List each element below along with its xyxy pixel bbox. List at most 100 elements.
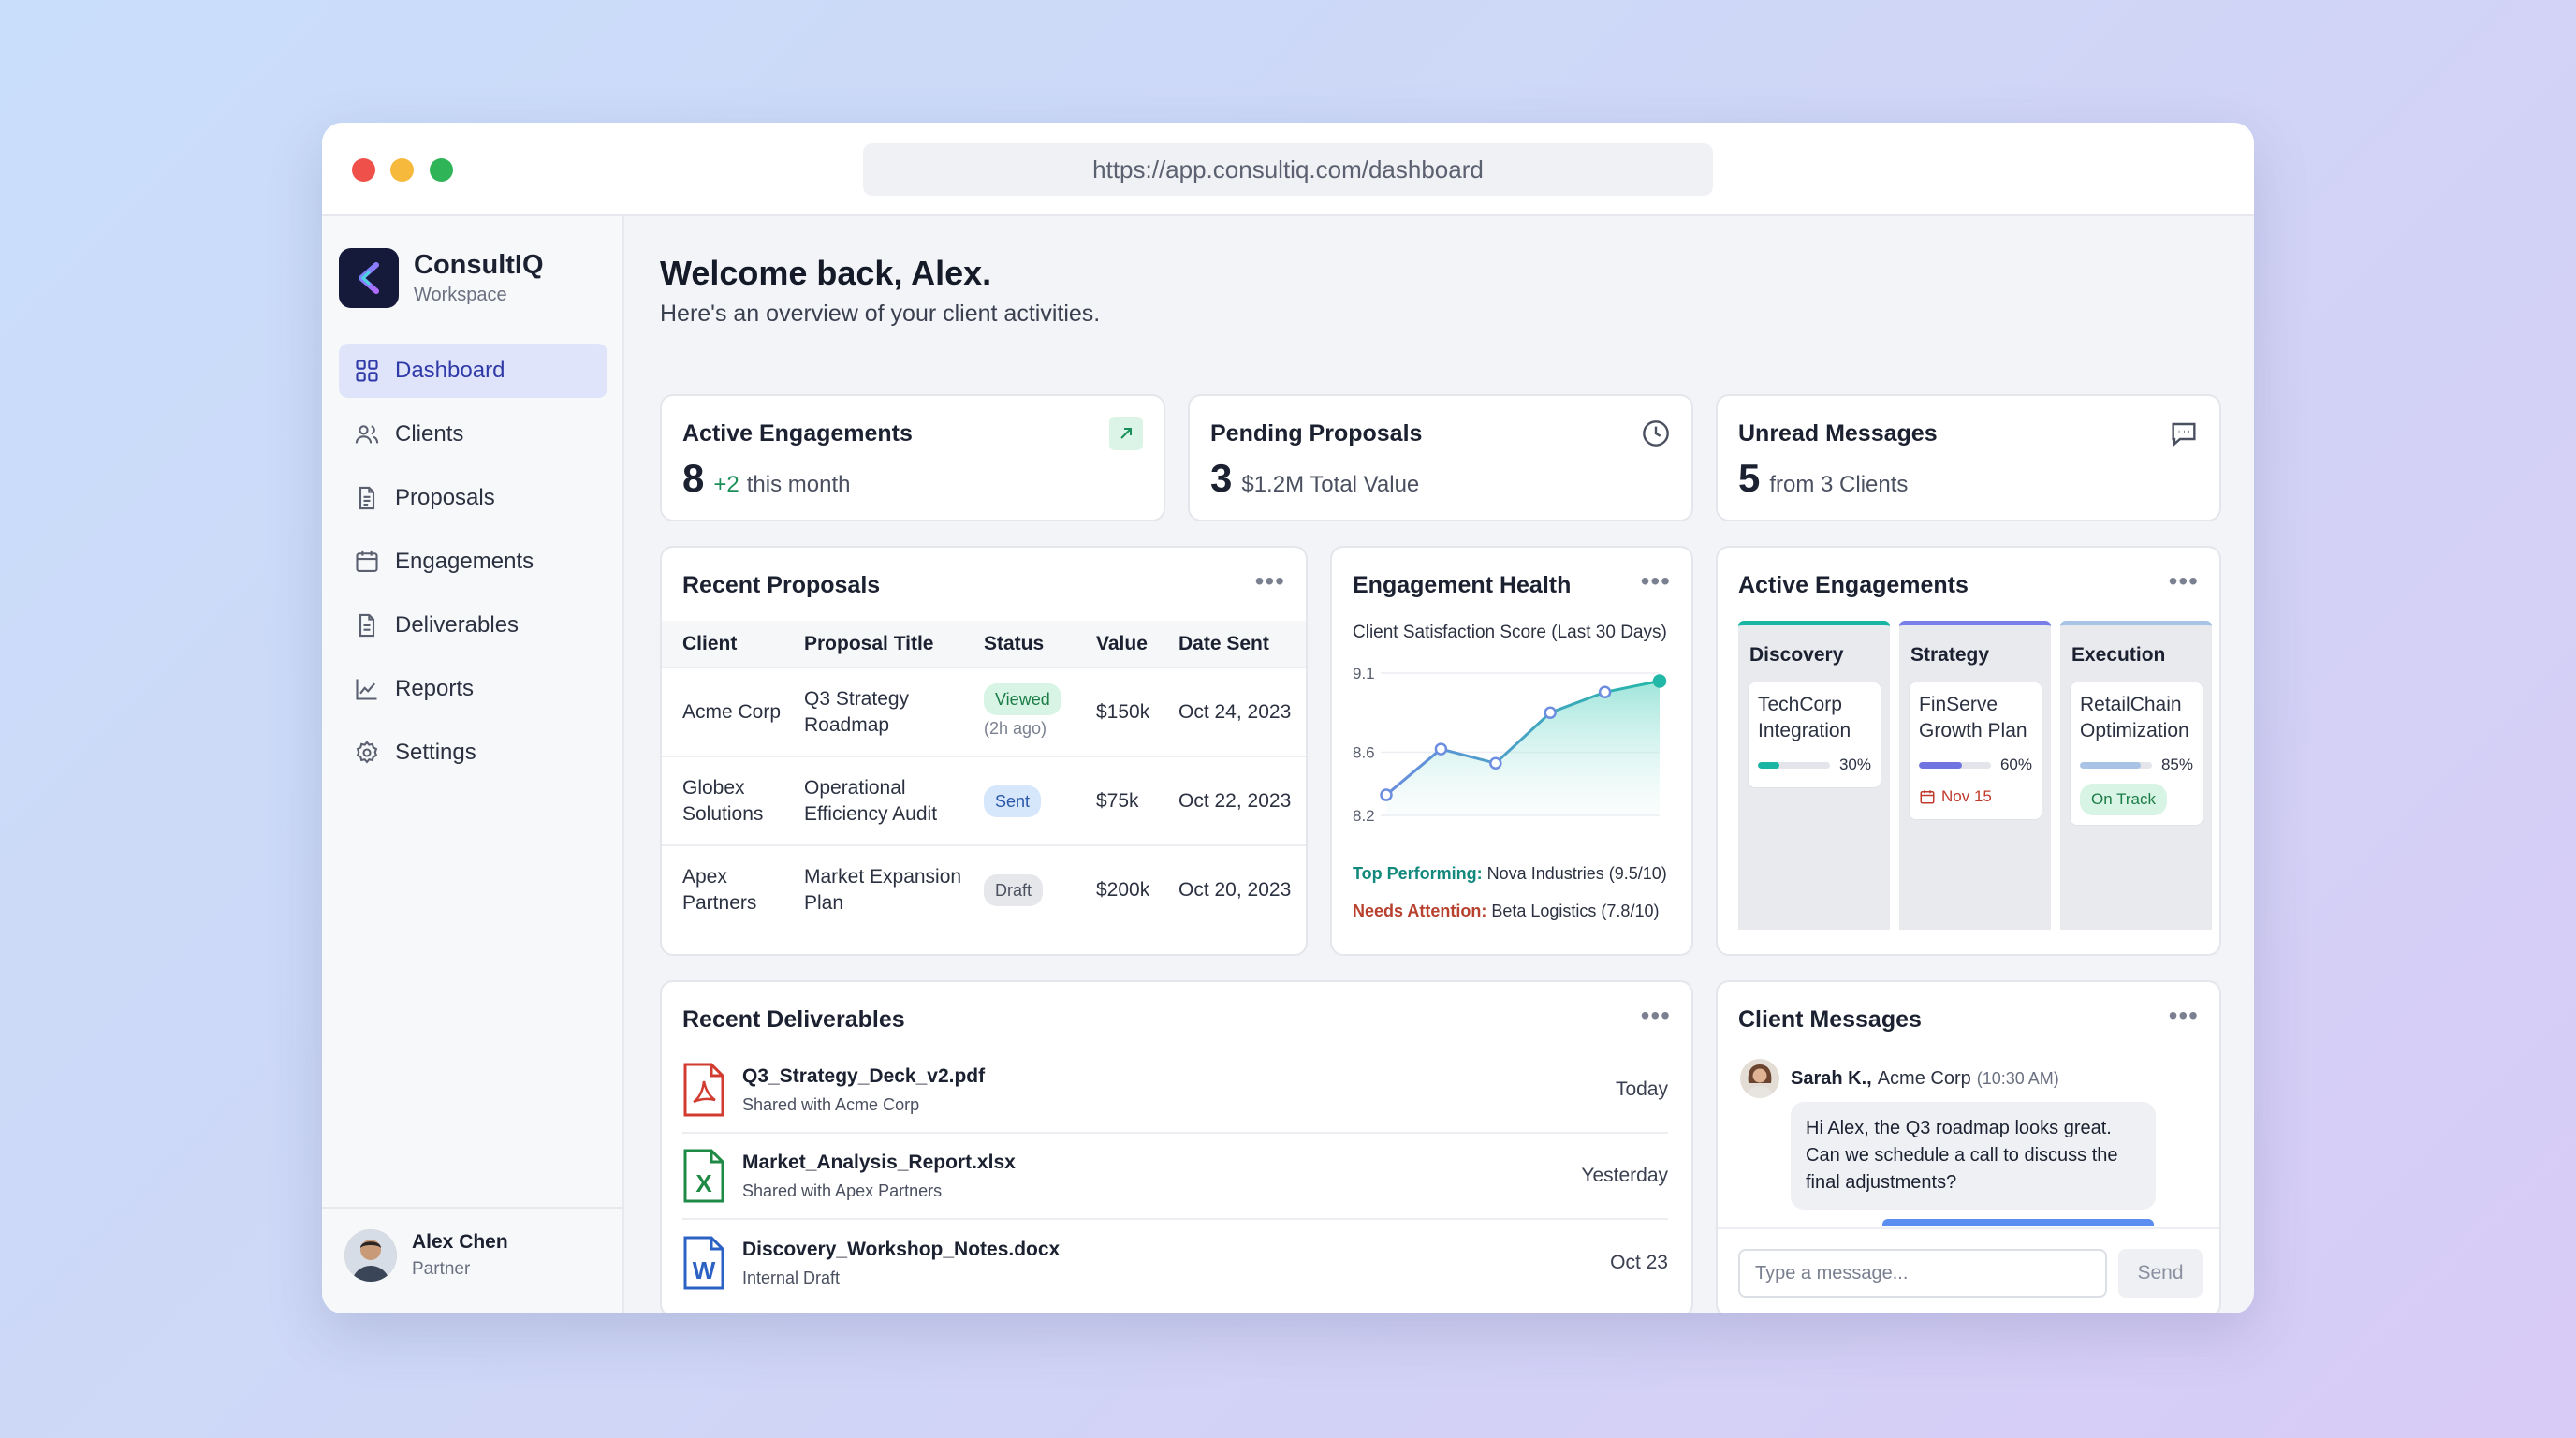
sidebar-item-proposals[interactable]: Proposals: [339, 471, 607, 525]
sidebar-item-deliverables[interactable]: Deliverables: [339, 598, 607, 653]
cell-date: Oct 24, 2023: [1158, 667, 1306, 756]
more-options-button[interactable]: •••: [1641, 1001, 1671, 1031]
engagement-card[interactable]: RetailChain Optimization 85% On Track: [2070, 682, 2203, 826]
brand-name: ConsultIQ: [414, 250, 544, 280]
column-header[interactable]: Proposal Title: [783, 621, 963, 668]
data-point[interactable]: [1598, 685, 1612, 699]
stat-title: Active Engagements: [682, 420, 913, 447]
data-point[interactable]: [1434, 742, 1448, 756]
pdf-icon: [683, 1063, 724, 1117]
logo-icon: [339, 248, 399, 308]
card-title: Recent Deliverables: [682, 1006, 905, 1033]
data-point[interactable]: [1652, 674, 1667, 688]
grid-icon: [356, 360, 378, 382]
stat-card-active-engagements[interactable]: Active Engagements 8 +2 this month: [660, 394, 1165, 521]
cell-title: Operational Efficiency Audit: [783, 756, 963, 845]
stat-title: Unread Messages: [1738, 420, 1938, 447]
list-item[interactable]: Q3_Strategy_Deck_v2.pdf Shared with Acme…: [682, 1048, 1668, 1134]
more-options-button[interactable]: •••: [2169, 566, 2199, 596]
sidebar-item-clients[interactable]: Clients: [339, 407, 607, 462]
brand[interactable]: ConsultIQ Workspace: [339, 248, 544, 308]
engagement-health-card: Engagement Health ••• Client Satisfactio…: [1330, 546, 1693, 956]
users-icon: [355, 425, 379, 444]
send-button[interactable]: Send: [2118, 1249, 2203, 1298]
message-time: (10:30 AM): [1976, 1068, 2059, 1088]
table-row[interactable]: Acme Corp Q3 Strategy Roadmap Viewed (2h …: [662, 667, 1306, 756]
kanban-column-discovery: Discovery TechCorp Integration 30%: [1738, 621, 1890, 930]
cell-client: Acme Corp: [662, 667, 783, 756]
needs-attention-value: Beta Logistics (7.8/10): [1491, 902, 1660, 920]
cell-client: Apex Partners: [662, 844, 783, 934]
column-header[interactable]: Value: [1076, 621, 1158, 668]
y-tick-label: 8.6: [1353, 743, 1375, 761]
recent-proposals-card: Recent Proposals ••• Client Proposal Tit…: [660, 546, 1308, 956]
column-title: Execution: [2071, 644, 2166, 666]
stat-card-unread-messages[interactable]: Unread Messages 5 from 3 Clients: [1716, 394, 2221, 521]
stat-delta: +2: [713, 472, 739, 497]
column-header[interactable]: Client: [662, 621, 783, 668]
message-company: Acme Corp: [1877, 1067, 1971, 1089]
minimize-window-button[interactable]: [390, 158, 414, 182]
more-options-button[interactable]: •••: [2169, 1001, 2199, 1031]
data-point[interactable]: [1544, 706, 1557, 719]
sidebar-item-label: Dashboard: [395, 358, 505, 383]
progress-value: 60%: [1999, 756, 2032, 773]
sidebar-item-engagements[interactable]: Engagements: [339, 535, 607, 589]
active-engagements-card: Active Engagements ••• Discovery TechCor…: [1716, 546, 2221, 956]
message-input[interactable]: Type a message...: [1738, 1249, 2107, 1298]
status-badge: Draft: [984, 874, 1044, 906]
data-point[interactable]: [1380, 788, 1393, 801]
kanban-column-execution: Execution RetailChain Optimization 85% O…: [2060, 621, 2212, 930]
more-options-button[interactable]: •••: [1641, 566, 1671, 596]
sidebar-item-label: Reports: [395, 676, 475, 701]
file-name: Discovery_Workshop_Notes.docx: [742, 1238, 1061, 1260]
svg-text:W: W: [693, 1256, 716, 1284]
y-tick-label: 8.2: [1353, 807, 1375, 825]
sidebar-item-label: Deliverables: [395, 612, 520, 638]
list-item[interactable]: X Market_Analysis_Report.xlsx Shared wit…: [682, 1134, 1668, 1220]
column-header[interactable]: Status: [963, 621, 1076, 668]
trend-up-icon: [1109, 417, 1143, 450]
document-icon: [359, 486, 375, 510]
progress-bar: [1758, 761, 1830, 769]
engagement-title: FinServe Growth Plan: [1919, 694, 2027, 741]
sidebar-item-reports[interactable]: Reports: [339, 662, 607, 716]
message-bubble: Hi Alex, the Q3 roadmap looks great. Can…: [1791, 1102, 2156, 1210]
maximize-window-button[interactable]: [430, 158, 453, 182]
stat-detail: from 3 Clients: [1769, 472, 1909, 497]
cell-date: Oct 20, 2023: [1158, 844, 1306, 934]
close-window-button[interactable]: [352, 158, 375, 182]
file-date: Yesterday: [1581, 1165, 1668, 1186]
stat-card-pending-proposals[interactable]: Pending Proposals 3 $1.2M Total Value: [1188, 394, 1693, 521]
card-title: Recent Proposals: [682, 572, 881, 598]
table-row[interactable]: Globex Solutions Operational Efficiency …: [662, 756, 1306, 845]
clock-icon: [1643, 420, 1669, 447]
engagement-card[interactable]: TechCorp Integration 30%: [1748, 682, 1881, 788]
engagement-title: TechCorp Integration: [1758, 694, 1852, 741]
stat-detail: this month: [746, 472, 851, 497]
sidebar-item-dashboard[interactable]: Dashboard: [339, 344, 607, 398]
top-performing-value: Nova Industries (9.5/10): [1486, 864, 1667, 883]
column-title: Discovery: [1749, 644, 1844, 666]
engagement-title: RetailChain Optimization: [2080, 694, 2189, 741]
stat-value: 8: [682, 456, 705, 500]
user-profile[interactable]: Alex Chen Partner: [322, 1207, 624, 1282]
word-icon: W: [683, 1236, 724, 1290]
calendar-icon: [356, 550, 378, 572]
cell-title: Market Expansion Plan: [783, 844, 963, 934]
table-row[interactable]: Apex Partners Market Expansion Plan Draf…: [662, 844, 1306, 934]
sidebar-item-label: Proposals: [395, 485, 495, 510]
y-tick-label: 9.1: [1353, 665, 1375, 682]
more-options-button[interactable]: •••: [1255, 566, 1285, 596]
sidebar: ConsultIQ Workspace Dashboard Clients Pr…: [322, 216, 624, 1313]
chart-subtitle: Client Satisfaction Score (Last 30 Days): [1353, 623, 1667, 642]
sidebar-item-label: Engagements: [395, 549, 534, 574]
page-subtitle: Here's an overview of your client activi…: [660, 301, 1101, 327]
data-point[interactable]: [1489, 756, 1502, 770]
list-item[interactable]: W Discovery_Workshop_Notes.docx Internal…: [682, 1220, 1668, 1306]
sidebar-item-settings[interactable]: Settings: [339, 726, 607, 780]
address-bar[interactable]: https://app.consultiq.com/dashboard: [863, 143, 1713, 196]
engagement-card[interactable]: FinServe Growth Plan 60% Nov 15: [1909, 682, 2042, 820]
chart-icon: [356, 679, 377, 700]
column-header[interactable]: Date Sent: [1158, 621, 1306, 668]
